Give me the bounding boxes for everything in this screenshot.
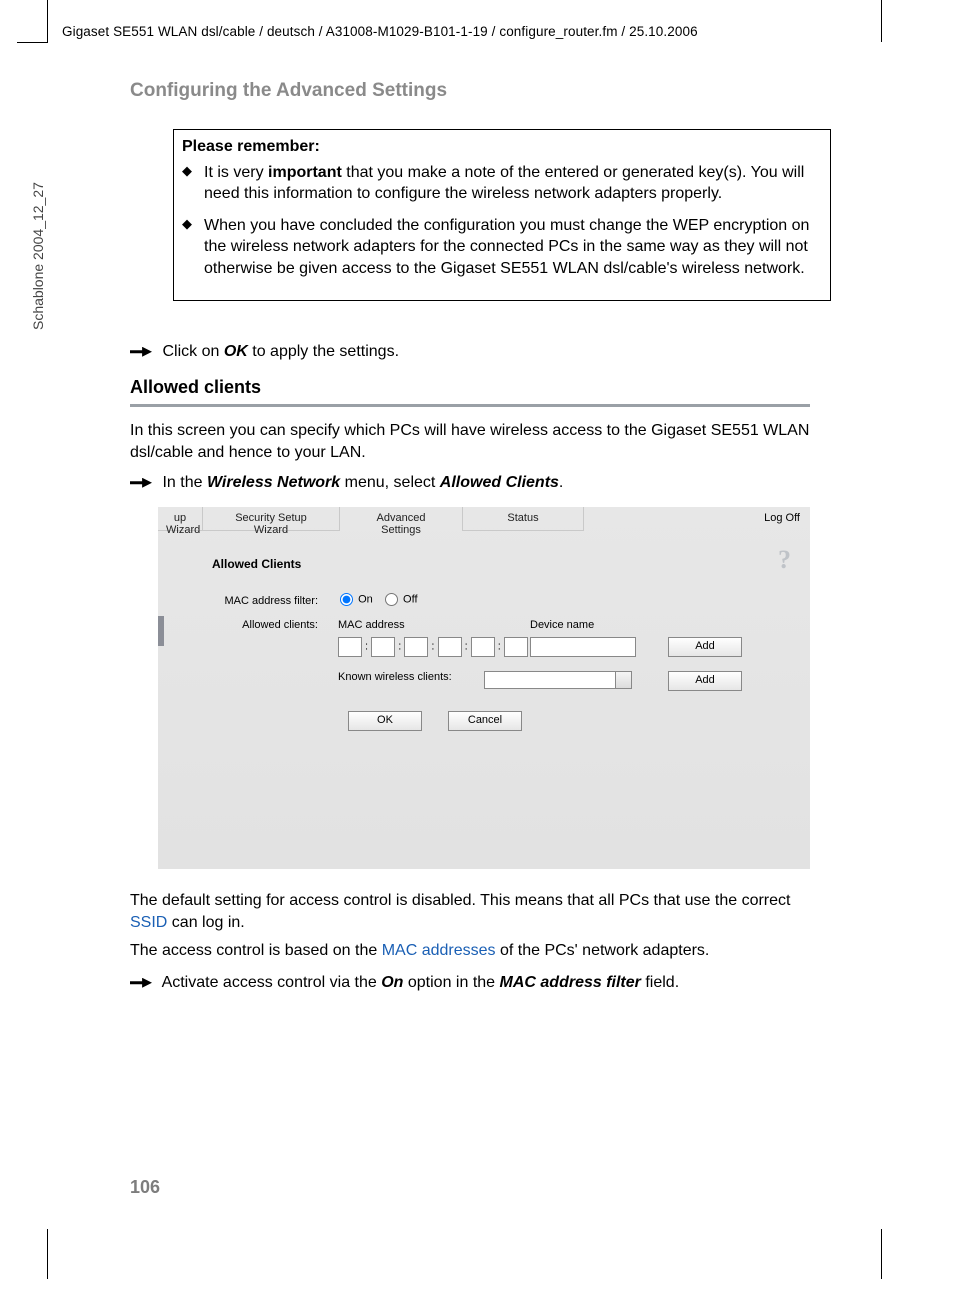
radio-off[interactable] (385, 593, 398, 606)
label-known-clients: Known wireless clients: (338, 671, 452, 683)
tab-security-wizard[interactable]: Security Setup Wizard (203, 507, 340, 531)
router-ui-screenshot: up Wizard Security Setup Wizard Advanced… (158, 507, 810, 869)
add-known-button[interactable]: Add (668, 671, 742, 691)
col-mac-address: MAC address (338, 619, 405, 631)
paragraph-default: The default setting for access control i… (130, 890, 810, 933)
radio-on-label: On (358, 593, 373, 605)
tab-status[interactable]: Status (463, 507, 584, 531)
link-ssid[interactable]: SSID (130, 914, 167, 931)
paragraph-mac: The access control is based on the MAC a… (130, 940, 810, 962)
mac-seg-5[interactable] (471, 637, 495, 657)
device-name-input[interactable] (530, 637, 636, 657)
step-activate: Activate access control via the On optio… (130, 972, 810, 994)
cancel-button[interactable]: Cancel (448, 711, 522, 731)
label-mac-filter: MAC address filter: (158, 595, 318, 607)
subsection-heading: Allowed clients (130, 377, 261, 398)
heading-rule (130, 404, 810, 407)
template-stamp: Schablone 2004_12_27 (30, 182, 46, 330)
note-bullet-2: When you have concluded the configuratio… (182, 215, 818, 280)
link-mac-addresses[interactable]: MAC addresses (382, 942, 496, 959)
mac-seg-1[interactable] (338, 637, 362, 657)
tab-advanced-settings[interactable]: Advanced Settings (340, 507, 463, 531)
note-bullet-1: It is very important that you make a not… (182, 162, 818, 205)
col-device-name: Device name (530, 619, 594, 631)
tab-bar: up Wizard Security Setup Wizard Advanced… (158, 507, 810, 531)
known-clients-dropdown[interactable] (484, 671, 632, 689)
mac-seg-2[interactable] (371, 637, 395, 657)
step-navigate: In the Wireless Network menu, select All… (130, 472, 563, 494)
log-off-link[interactable]: Log Off (764, 512, 800, 524)
mac-seg-4[interactable] (438, 637, 462, 657)
intro-paragraph: In this screen you can specify which PCs… (130, 420, 810, 463)
doc-header: Gigaset SE551 WLAN dsl/cable / deutsch /… (62, 24, 698, 39)
tab-setup-wizard[interactable]: up Wizard (158, 507, 203, 531)
label-allowed-clients: Allowed clients: (158, 619, 318, 631)
ok-button[interactable]: OK (348, 711, 422, 731)
panel-title: Allowed Clients (212, 557, 301, 571)
page-number: 106 (130, 1177, 160, 1198)
radio-on[interactable] (340, 593, 353, 606)
note-title: Please remember: (182, 136, 818, 158)
mac-seg-6[interactable] (504, 637, 528, 657)
help-icon[interactable]: ? (778, 545, 802, 573)
chevron-down-icon (620, 677, 628, 682)
step-click-ok: Click on OK to apply the settings. (130, 341, 399, 363)
note-box: Please remember: It is very important th… (173, 129, 831, 301)
mac-seg-3[interactable] (404, 637, 428, 657)
section-title: Configuring the Advanced Settings (130, 80, 447, 102)
radio-off-label: Off (403, 593, 417, 605)
add-client-button[interactable]: Add (668, 637, 742, 657)
